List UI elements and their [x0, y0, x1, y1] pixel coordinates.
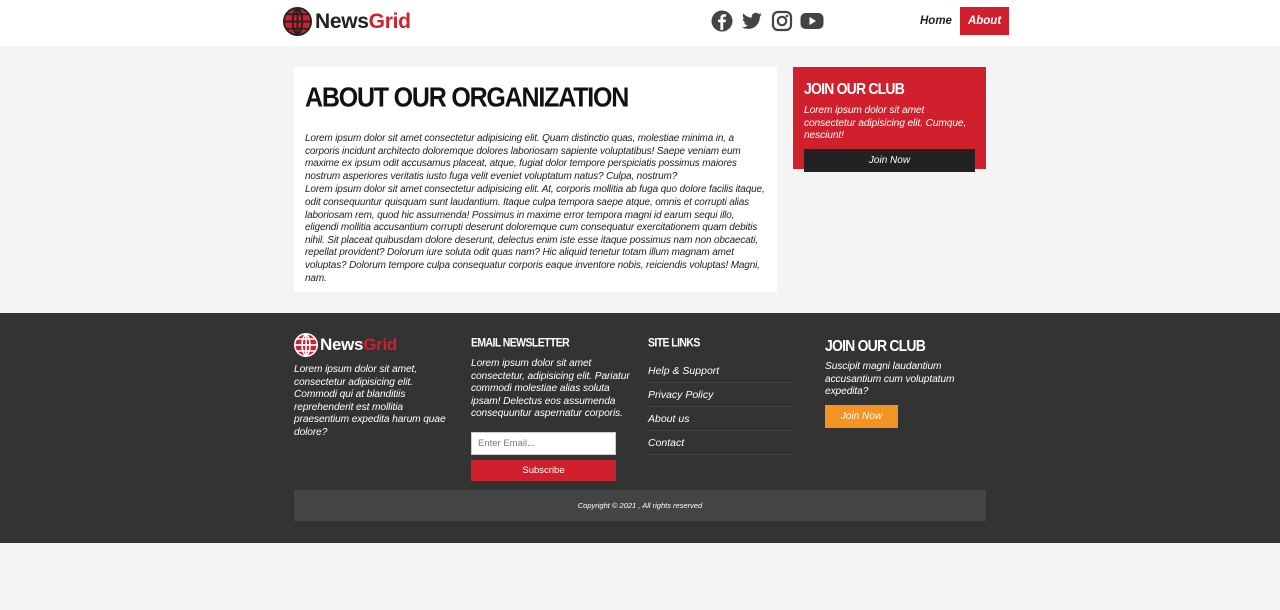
article-paragraph: Lorem ipsum dolor sit amet consectetur a… — [305, 184, 765, 284]
footer-club-title: JOIN OUR CLUB — [825, 336, 926, 355]
footer-club: JOIN OUR CLUB Suscipit magni laudantium … — [825, 333, 975, 428]
link-help-support[interactable]: Help & Support — [648, 359, 794, 383]
main-nav: Home About — [912, 7, 1010, 35]
site-logo[interactable]: NewsGrid — [283, 7, 411, 36]
logo-text: NewsGrid — [315, 9, 411, 33]
footer-about: NewsGrid Lorem ipsum dolor sit amet, con… — [294, 333, 449, 440]
youtube-icon[interactable] — [800, 10, 824, 32]
instagram-icon[interactable] — [771, 10, 793, 32]
nav-home[interactable]: Home — [912, 7, 960, 35]
club-text: Lorem ipsum dolor sit amet consectetur a… — [804, 105, 967, 141]
globe-icon — [294, 333, 318, 357]
site-links-title: SITE LINKS — [648, 336, 700, 350]
site-links-list: Help & Support Privacy Policy About us C… — [648, 359, 794, 455]
copyright-bar: Copyright © 2021 , All rights reserved — [294, 490, 986, 521]
about-article: ABOUT OUR ORGANIZATION Lorem ipsum dolor… — [294, 67, 777, 292]
club-title: JOIN OUR CLUB — [804, 79, 905, 98]
globe-icon — [283, 7, 312, 36]
email-field[interactable]: Enter Email... — [471, 431, 616, 455]
footer-club-text: Suscipit magni laudantium accusantium cu… — [825, 361, 955, 398]
logo-text: NewsGrid — [320, 335, 397, 354]
footer-logo[interactable]: NewsGrid — [294, 333, 449, 357]
link-about-us[interactable]: About us — [648, 407, 794, 431]
link-privacy-policy[interactable]: Privacy Policy — [648, 383, 794, 407]
page-title: ABOUT OUR ORGANIZATION — [305, 82, 629, 114]
footer-site-links: SITE LINKS Help & Support Privacy Policy… — [648, 333, 794, 455]
site-footer: NewsGrid Lorem ipsum dolor sit amet, con… — [0, 313, 1280, 543]
newsletter-text: Lorem ipsum dolor sit amet consectetur, … — [471, 358, 630, 420]
join-now-button[interactable]: Join Now — [804, 148, 975, 172]
facebook-icon[interactable] — [711, 10, 733, 32]
subscribe-button[interactable]: Subscribe — [471, 459, 616, 481]
footer-newsletter: EMAIL NEWSLETTER Lorem ipsum dolor sit a… — [471, 333, 631, 481]
twitter-icon[interactable] — [741, 10, 763, 32]
link-contact[interactable]: Contact — [648, 431, 794, 455]
social-links — [711, 10, 824, 32]
footer-join-now-button[interactable]: Join Now — [825, 404, 898, 428]
article-paragraph: Lorem ipsum dolor sit amet consectetur a… — [305, 133, 741, 182]
newsletter-title: EMAIL NEWSLETTER — [471, 336, 570, 350]
nav-about[interactable]: About — [959, 7, 1010, 35]
join-club-box: JOIN OUR CLUB Lorem ipsum dolor sit amet… — [793, 67, 986, 172]
footer-about-text: Lorem ipsum dolor sit amet, consectetur … — [294, 364, 446, 438]
site-header: NewsGrid Home About — [0, 0, 1280, 46]
